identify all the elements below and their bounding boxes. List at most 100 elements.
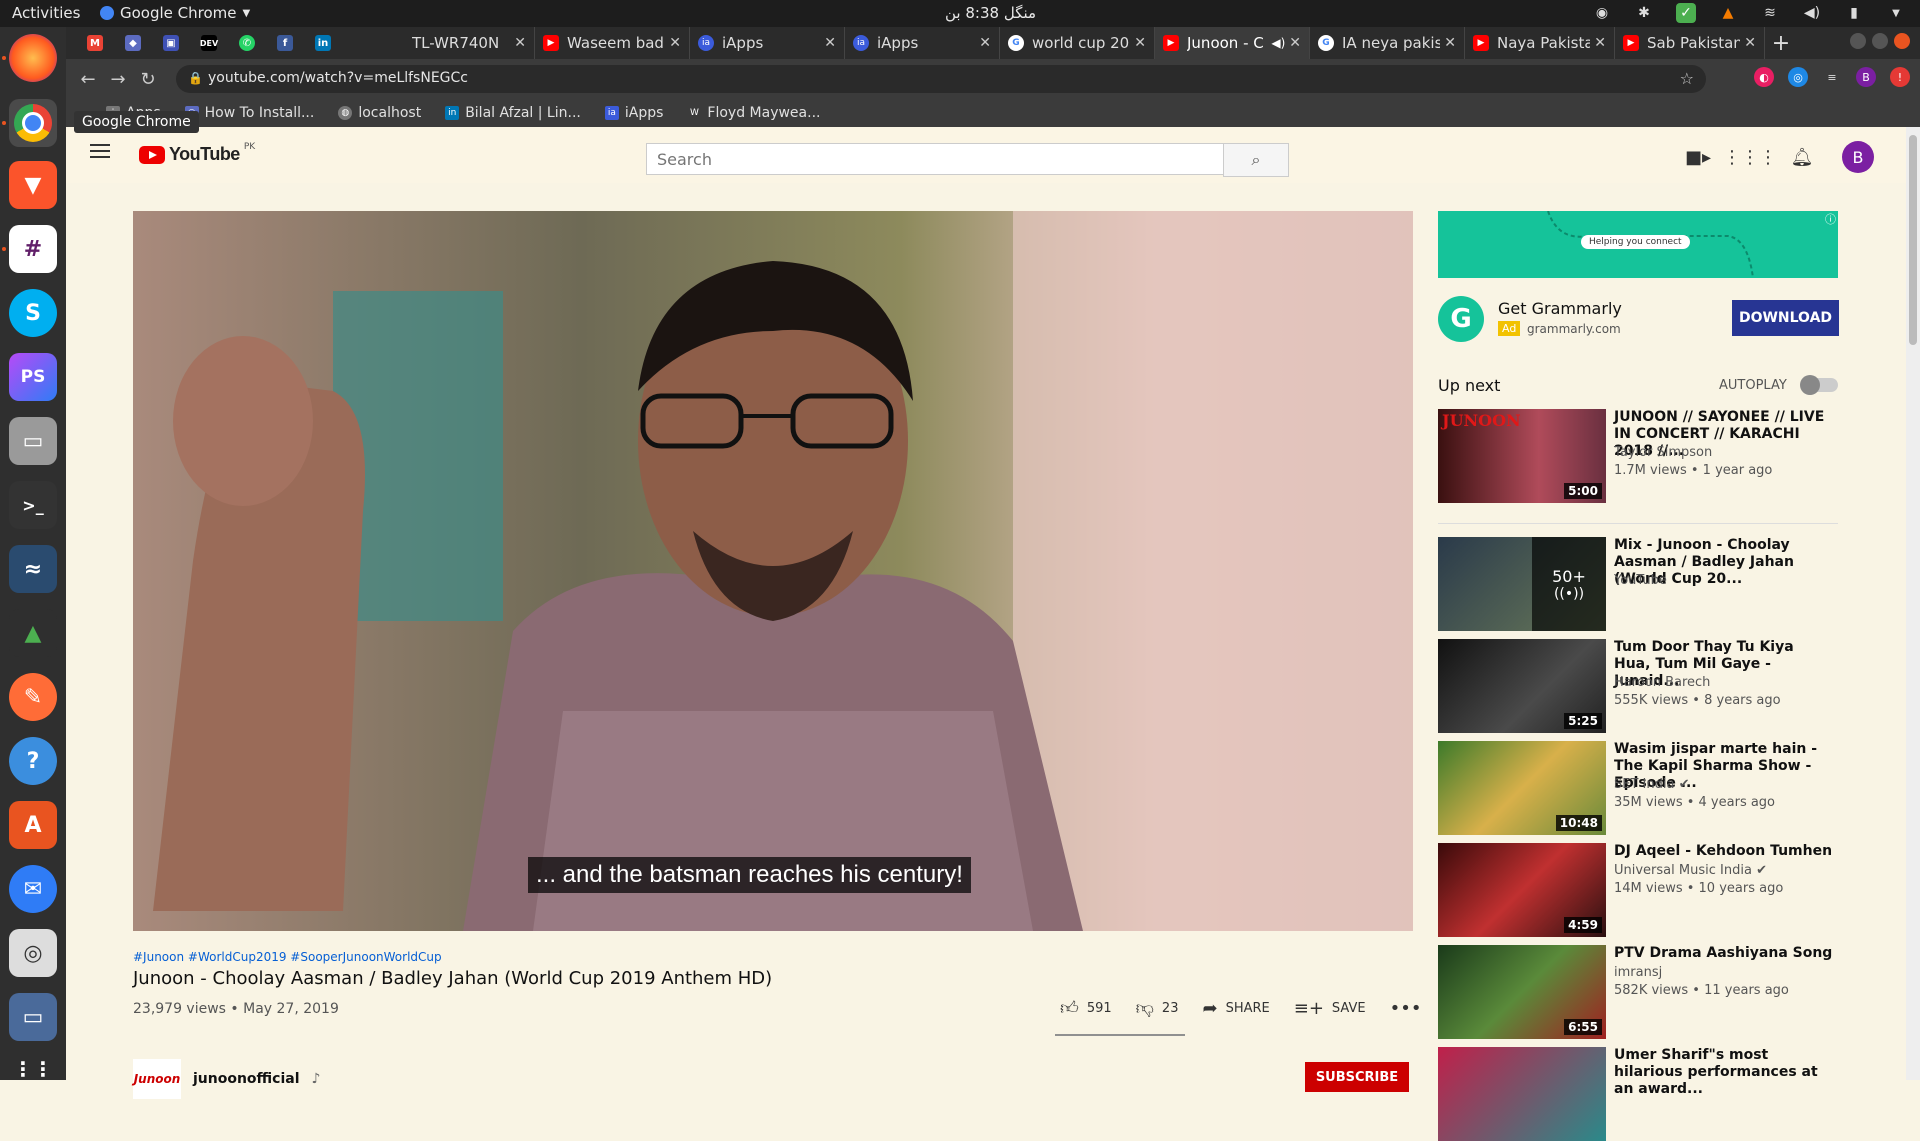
- tab[interactable]: ▶ Sab Pakistan ✕: [1615, 27, 1765, 59]
- wifi-icon[interactable]: ≋: [1760, 3, 1780, 23]
- maximize-button[interactable]: [1872, 33, 1888, 49]
- video-hashtags[interactable]: #Junoon #WorldCup2019 #SooperJunoonWorld…: [133, 950, 442, 964]
- notifications-bell-icon[interactable]: 🔔︎: [1790, 145, 1814, 169]
- pinned-tab-3[interactable]: ▣: [152, 27, 190, 59]
- video-thumbnail[interactable]: 4:59: [1438, 843, 1606, 937]
- record-icon[interactable]: ◉: [1592, 3, 1612, 23]
- list-item[interactable]: 5:25 Tum Door Thay Tu Kiya Hua, Tum Mil …: [1438, 639, 1838, 733]
- postman-icon[interactable]: ✎: [9, 673, 57, 721]
- video-thumbnail[interactable]: [1438, 1047, 1606, 1141]
- bookmark-floyd[interactable]: W Floyd Maywea...: [687, 105, 821, 121]
- minimize-button[interactable]: [1850, 33, 1866, 49]
- speaker-icon[interactable]: ◀): [1271, 36, 1285, 50]
- pinned-tab-2[interactable]: ◆: [114, 27, 152, 59]
- close-icon[interactable]: ✕: [1444, 35, 1456, 51]
- more-actions-button[interactable]: •••: [1390, 998, 1422, 1019]
- kde-connect-icon[interactable]: ▲: [9, 609, 57, 657]
- tab[interactable]: TL-WR740N ✕: [380, 27, 535, 59]
- menu-icon[interactable]: [90, 144, 110, 158]
- theme-extension-icon[interactable]: ◐: [1754, 67, 1774, 87]
- screen-icon[interactable]: ▭: [9, 993, 57, 1041]
- show-apps-icon[interactable]: ⋮⋮: [9, 1045, 57, 1093]
- list-item[interactable]: Umer Sharif"s most hilarious performance…: [1438, 1047, 1838, 1141]
- channel-info[interactable]: Junoon junoonofficial ♪: [133, 1059, 320, 1099]
- tab[interactable]: ia iApps ✕: [845, 27, 1000, 59]
- phpstorm-icon[interactable]: PS: [9, 353, 57, 401]
- apps-grid-icon[interactable]: ⋮⋮⋮: [1723, 145, 1777, 169]
- lock-icon[interactable]: 🔒: [188, 71, 203, 85]
- terminal-icon[interactable]: >_: [9, 481, 57, 529]
- pinned-tab-dev[interactable]: DEV: [190, 27, 228, 59]
- rhythmbox-icon[interactable]: ◎: [9, 929, 57, 977]
- close-icon[interactable]: ✕: [1134, 35, 1146, 51]
- update-icon[interactable]: ✓: [1676, 3, 1696, 23]
- ad-download-button[interactable]: DOWNLOAD: [1732, 300, 1839, 336]
- close-window-button[interactable]: [1894, 33, 1910, 49]
- ad-info-icon[interactable]: ⓘ: [1825, 211, 1836, 227]
- channel-name[interactable]: junoonofficial: [193, 1071, 300, 1087]
- profile-avatar-icon[interactable]: B: [1856, 67, 1876, 87]
- app-menu[interactable]: Google Chrome ▼: [100, 4, 250, 22]
- list-item[interactable]: 50+ ((•)) Mix - Junoon - Choolay Aasman /…: [1438, 537, 1838, 631]
- tab[interactable]: ia iApps ✕: [690, 27, 845, 59]
- bookmark-how-to-install[interactable]: ◎How To Install...: [184, 105, 314, 121]
- autoplay-toggle[interactable]: [1800, 375, 1838, 395]
- avatar[interactable]: B: [1842, 141, 1874, 173]
- reload-icon[interactable]: ↻: [136, 67, 160, 91]
- files-icon[interactable]: ▭: [9, 417, 57, 465]
- search-button[interactable]: ⌕: [1223, 143, 1289, 177]
- list-item[interactable]: 10:48 Wasim jispar marte hain - The Kapi…: [1438, 741, 1838, 835]
- close-icon[interactable]: ✕: [1594, 35, 1606, 51]
- translate-extension-icon[interactable]: ◎: [1788, 67, 1808, 87]
- close-icon[interactable]: ✕: [514, 35, 526, 51]
- close-icon[interactable]: ✕: [1289, 35, 1301, 51]
- dislike-button[interactable]: 👎︎ 23: [1136, 997, 1179, 1019]
- bookmark-iapps[interactable]: ia iApps: [604, 105, 663, 121]
- like-button[interactable]: 👍︎ 591: [1060, 997, 1112, 1019]
- update-chrome-icon[interactable]: !: [1890, 67, 1910, 87]
- share-button[interactable]: ➦ SHARE: [1202, 998, 1269, 1019]
- tab[interactable]: Gworld cup 20 ✕: [1000, 27, 1155, 59]
- queue-extension-icon[interactable]: ≡: [1822, 67, 1842, 87]
- list-item[interactable]: JUNOON 5:00 JUNOON // SAYONEE // LIVE IN…: [1438, 409, 1838, 503]
- clock[interactable]: منگل 8:38 بن: [945, 4, 1036, 22]
- video-thumbnail[interactable]: 6:55: [1438, 945, 1606, 1039]
- page-scrollbar[interactable]: [1906, 127, 1920, 1080]
- pinned-tab-blank[interactable]: [342, 27, 380, 59]
- ad-banner[interactable]: Helping you connect ⓘ: [1438, 211, 1838, 278]
- close-icon[interactable]: ✕: [669, 35, 681, 51]
- video-thumbnail[interactable]: 5:25: [1438, 639, 1606, 733]
- software-center-icon[interactable]: A: [9, 801, 57, 849]
- list-item[interactable]: 6:55 PTV Drama Aashiyana Song imransj 58…: [1438, 945, 1838, 1039]
- close-icon[interactable]: ✕: [979, 35, 991, 51]
- back-icon[interactable]: ←: [76, 67, 100, 91]
- bookmark-star-icon[interactable]: ☆: [1680, 69, 1694, 88]
- tab-active[interactable]: ▶ Junoon - C ◀) ✕: [1155, 27, 1310, 59]
- video-player[interactable]: ... and the batsman reaches his century!: [133, 211, 1413, 931]
- chevron-down-icon[interactable]: ▼: [1886, 3, 1906, 23]
- ad-card[interactable]: G Get Grammarly Ad grammarly.com DOWNLOA…: [1438, 293, 1839, 345]
- pinned-tab-whatsapp[interactable]: ✆: [228, 27, 266, 59]
- volume-icon[interactable]: ◀): [1802, 3, 1822, 23]
- bookmark-localhost[interactable]: ◍ localhost: [338, 105, 421, 121]
- tab[interactable]: ▶ Waseem bad ✕: [535, 27, 690, 59]
- vlc-icon[interactable]: ▲: [1718, 3, 1738, 23]
- pinned-tab-gmail[interactable]: M: [76, 27, 114, 59]
- video-thumbnail[interactable]: 10:48: [1438, 741, 1606, 835]
- firefox-icon[interactable]: [9, 34, 57, 82]
- close-icon[interactable]: ✕: [824, 35, 836, 51]
- skype-icon[interactable]: S: [9, 289, 57, 337]
- thunderbird-icon[interactable]: ✉: [9, 865, 57, 913]
- address-bar[interactable]: 🔒 youtube.com/watch?v=meLlfsNEGCc ☆: [176, 65, 1706, 93]
- scrollbar-thumb[interactable]: [1909, 135, 1917, 345]
- tab[interactable]: ▶ Naya Pakistan✕: [1465, 27, 1615, 59]
- new-tab-button[interactable]: +: [1765, 27, 1797, 59]
- help-icon[interactable]: ?: [9, 737, 57, 785]
- channel-logo[interactable]: Junoon: [133, 1059, 181, 1099]
- list-item[interactable]: 4:59 DJ Aqeel - Kehdoon Tumhen Universal…: [1438, 843, 1838, 937]
- video-thumbnail[interactable]: JUNOON 5:00: [1438, 409, 1606, 503]
- slack-icon[interactable]: #: [9, 225, 57, 273]
- slack-tray-icon[interactable]: ✱: [1634, 3, 1654, 23]
- save-button[interactable]: ≡+ SAVE: [1294, 998, 1366, 1019]
- activities-button[interactable]: Activities: [12, 4, 80, 22]
